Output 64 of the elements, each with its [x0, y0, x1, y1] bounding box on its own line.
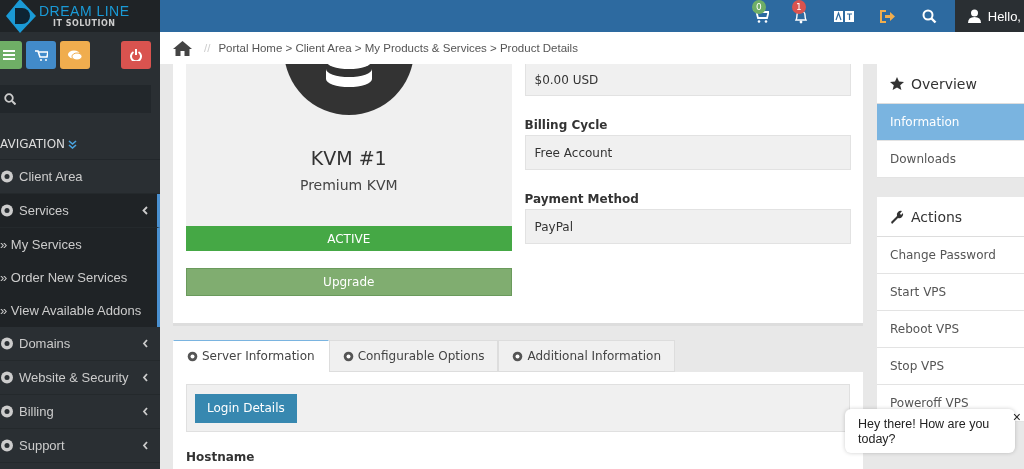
- panel-link[interactable]: Stop VPS: [877, 348, 1024, 385]
- home-icon[interactable]: [173, 40, 192, 56]
- tab-icon: [342, 350, 354, 362]
- user-menu[interactable]: Hello,: [954, 0, 1024, 32]
- panel-title: Actions: [911, 208, 963, 225]
- menu-icon: [3, 50, 15, 60]
- field-value: $0.00 USD: [524, 64, 851, 96]
- tab[interactable]: Server Information: [173, 340, 329, 372]
- chevron-icon: [142, 407, 148, 416]
- chevron-icon: [142, 206, 148, 215]
- tab[interactable]: Additional Information: [498, 340, 675, 372]
- field-value: Free Account: [524, 135, 851, 170]
- brand-tagline: IT SOLUTION: [53, 19, 116, 28]
- chevron-icon: [142, 441, 148, 450]
- navigation-heading: AVIGATION: [0, 137, 66, 151]
- cart-count-badge: 0: [751, 0, 766, 14]
- panel-link[interactable]: Downloads: [877, 141, 1024, 178]
- login-details-button[interactable]: Login Details: [195, 393, 297, 423]
- double-chevron-icon: [68, 139, 78, 149]
- tab-icon: [512, 350, 524, 362]
- search-icon: [4, 93, 16, 105]
- brand-name: DREAM LINE: [39, 4, 130, 19]
- nav-item[interactable]: Website & Security: [0, 361, 160, 395]
- star-icon: [890, 77, 904, 90]
- cart-icon: [34, 49, 48, 61]
- nav-subitem[interactable]: » View Available Addons: [0, 294, 160, 327]
- notification-count-badge: 1: [791, 0, 806, 14]
- breadcrumb: Portal Home > Client Area > My Products & Services > Product Details: [218, 42, 578, 54]
- panel-link[interactable]: Start VPS: [877, 274, 1024, 311]
- user-icon: [967, 9, 981, 23]
- nav-icon: [0, 204, 14, 217]
- product-group: Premium KVM: [299, 177, 398, 193]
- nav-item[interactable]: Support: [0, 429, 160, 463]
- panel-link[interactable]: Change Password: [877, 237, 1024, 274]
- breadcrumb-separator: //: [204, 42, 211, 54]
- menu-button[interactable]: [0, 41, 22, 69]
- search-field[interactable]: [0, 85, 151, 113]
- nav-item[interactable]: Services: [0, 194, 160, 228]
- cart-button[interactable]: [26, 41, 56, 69]
- nav-subitem[interactable]: » Order New Services: [0, 261, 160, 294]
- tab-icon: [187, 350, 198, 362]
- chevron-icon: [142, 373, 148, 382]
- product-name: KVM #1: [310, 147, 387, 169]
- wrench-icon: [890, 209, 904, 224]
- power-icon: [130, 49, 142, 61]
- panel-title: Overview: [911, 75, 977, 92]
- language-icon[interactable]: [833, 10, 854, 22]
- nav-subitem[interactable]: » My Services: [0, 228, 160, 261]
- panel-link[interactable]: Reboot VPS: [877, 311, 1024, 348]
- field-label: Billing Cycle: [524, 118, 609, 132]
- field-label: Hostname: [186, 450, 256, 464]
- field-label: Payment Method: [524, 192, 640, 206]
- nav-item[interactable]: Domains: [0, 327, 160, 361]
- field-value: PayPal: [524, 209, 851, 244]
- tab[interactable]: Configurable Options: [328, 340, 499, 372]
- chat-icon: [68, 49, 82, 61]
- logout-icon[interactable]: [879, 9, 896, 23]
- nav-item[interactable]: Billing: [0, 395, 160, 429]
- logout-button[interactable]: [121, 41, 151, 69]
- search-icon[interactable]: [921, 8, 937, 24]
- chevron-icon: [142, 339, 148, 348]
- logo-icon: [6, 0, 36, 33]
- status-label: ACTIVE: [186, 226, 512, 251]
- close-button[interactable]: ×: [1012, 409, 1021, 425]
